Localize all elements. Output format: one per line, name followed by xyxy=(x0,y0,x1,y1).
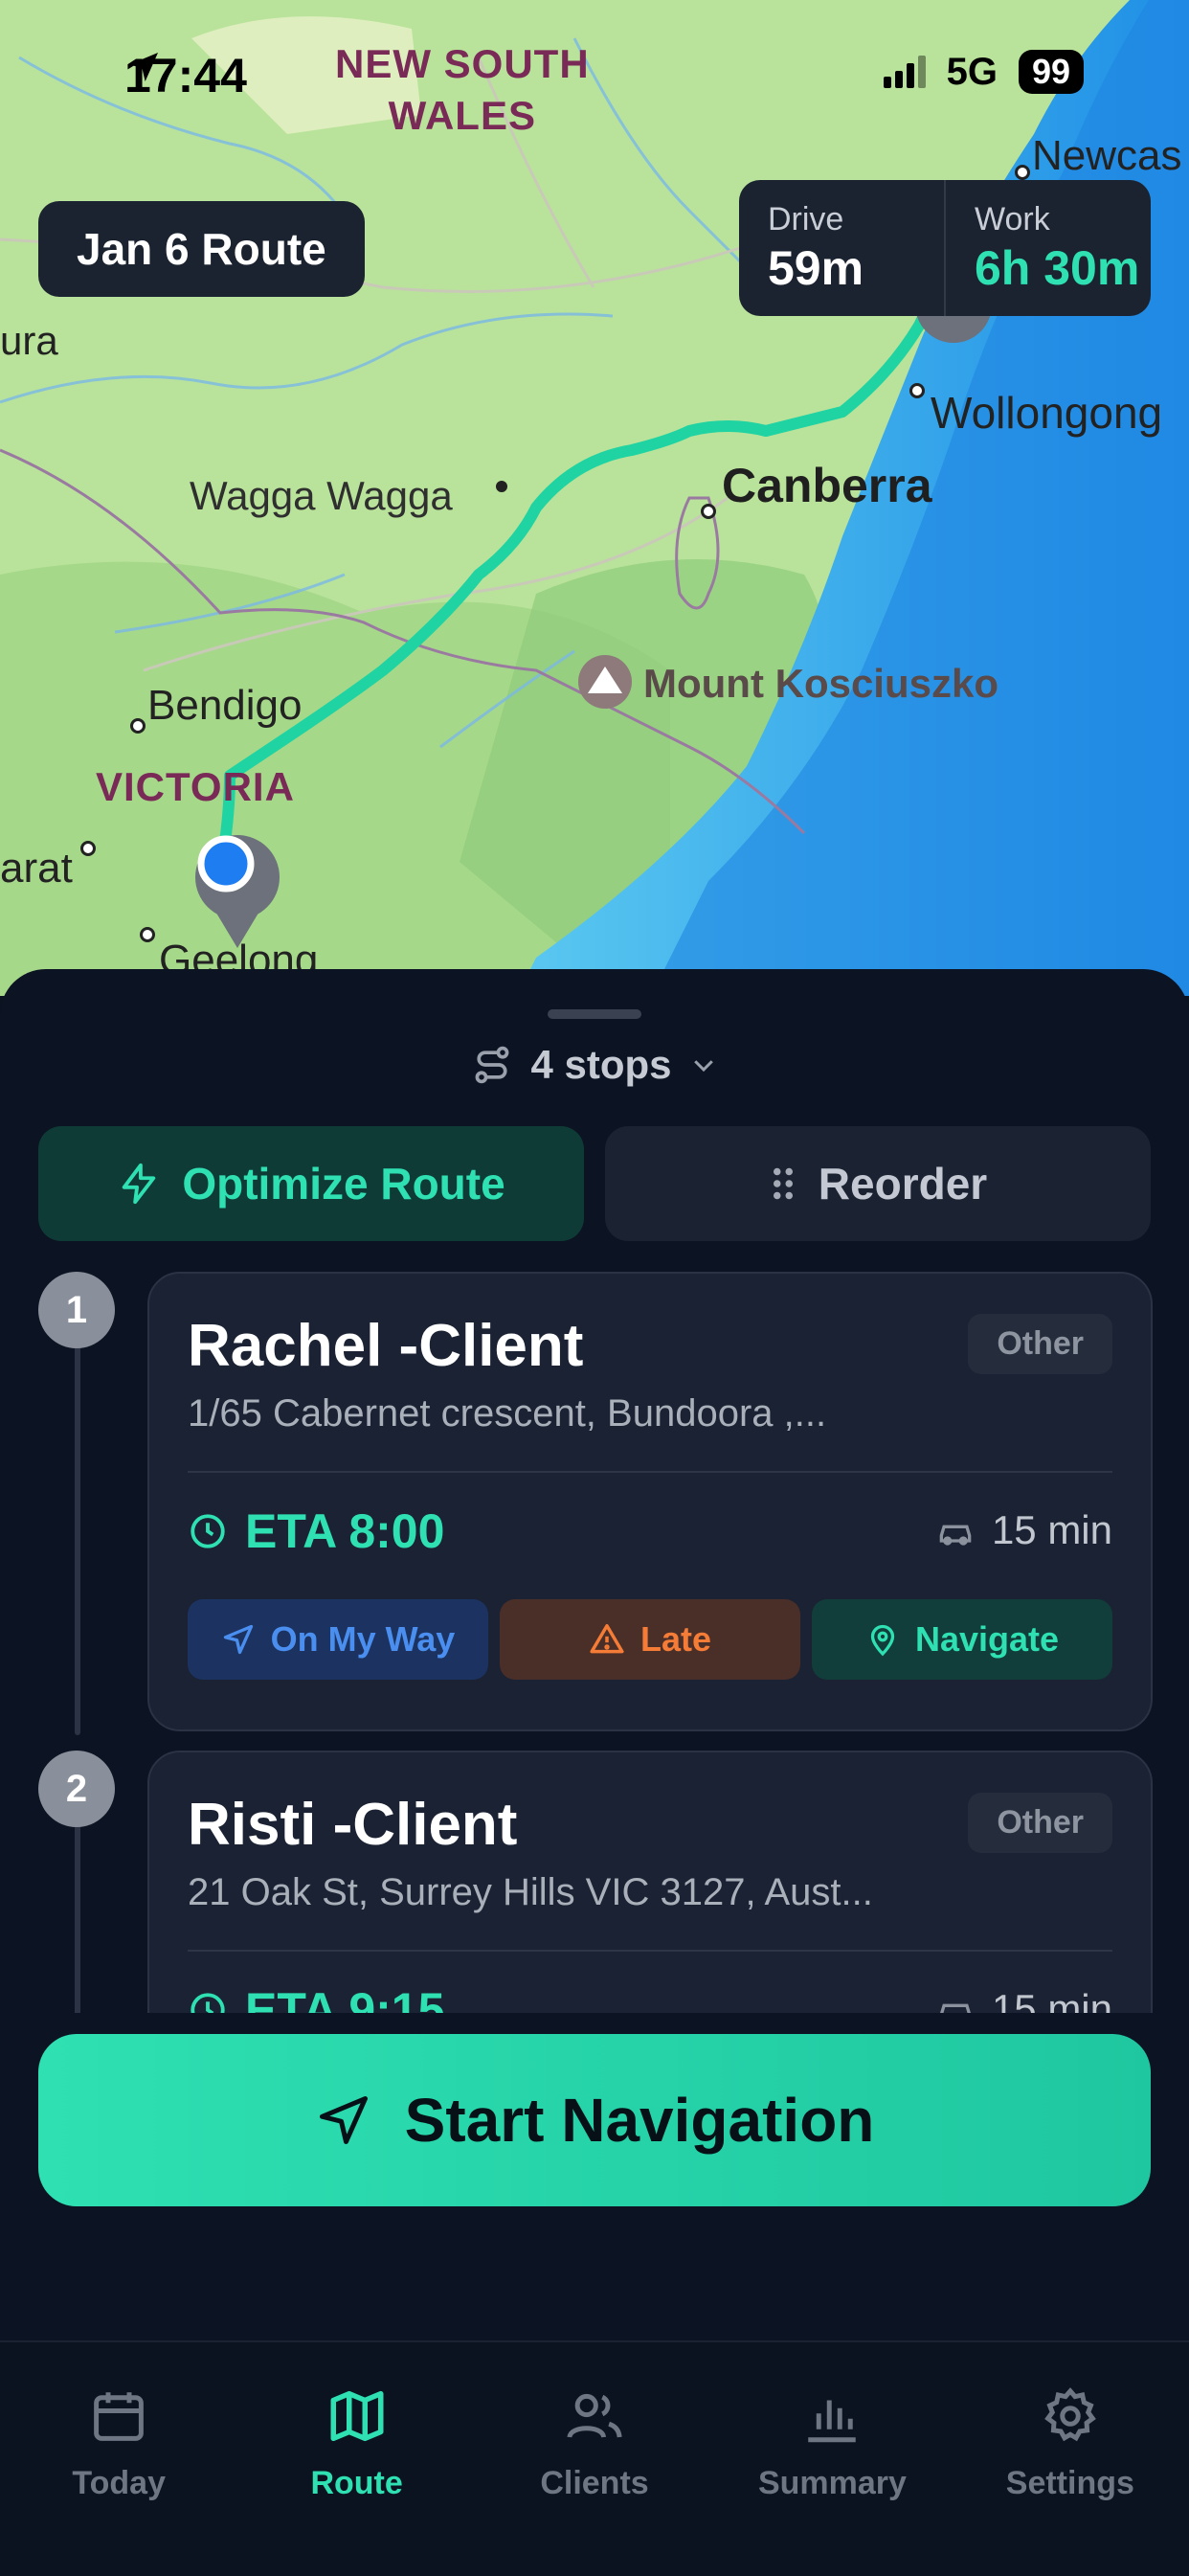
status-right: 5G 99 xyxy=(883,50,1084,94)
stop-number-badge: 2 xyxy=(38,1751,115,1827)
navigate-label: Navigate xyxy=(914,1619,1060,1659)
navigation-arrow-icon xyxy=(319,2096,368,2144)
tab-settings[interactable]: Settings xyxy=(952,2342,1189,2576)
map-dot-wagga xyxy=(496,481,507,492)
route-actions: Optimize Route Reorder xyxy=(38,1126,1151,1241)
stop-type-tag: Other xyxy=(968,1793,1112,1853)
work-label: Work xyxy=(975,201,1050,237)
map-dot-bendigo xyxy=(130,718,146,734)
map-label-bendigo: Bendigo xyxy=(147,682,303,729)
stop-type-tag: Other xyxy=(968,1314,1112,1374)
route-sheet: 4 stops Optimize Route Reorder 1 Rachel … xyxy=(0,969,1189,2340)
reorder-button[interactable]: Reorder xyxy=(605,1126,1151,1241)
sheet-handle[interactable] xyxy=(548,1009,641,1019)
stop-divider xyxy=(188,1950,1112,1952)
tab-clients[interactable]: Clients xyxy=(476,2342,713,2576)
map-label-canberra: Canberra xyxy=(722,459,932,512)
users-icon xyxy=(567,2393,622,2439)
drive-label: Drive xyxy=(768,201,844,237)
tab-today-label: Today xyxy=(72,2465,166,2501)
route-date-chip[interactable]: Jan 6 Route xyxy=(38,201,365,297)
drive-stat: Drive 59m xyxy=(739,180,944,316)
on-my-way-label: On My Way xyxy=(270,1619,456,1659)
car-icon xyxy=(939,1525,972,1546)
route-map[interactable]: NEW SOUTH WALES VICTORIA Newcas Wollongon… xyxy=(0,0,1189,996)
stop-number-badge: 1 xyxy=(38,1272,115,1348)
network-type: 5G xyxy=(946,50,998,93)
stop-duration-text: 15 min xyxy=(991,1507,1112,1552)
map-dot-geelong xyxy=(140,927,155,942)
navigation-arrow-icon xyxy=(223,1624,253,1655)
stop-card[interactable]: Rachel -Client Other 1/65 Cabernet cresc… xyxy=(147,1272,1153,1731)
stop-name: Risti -Client xyxy=(188,1792,518,1858)
gear-icon xyxy=(1043,2387,1096,2442)
tab-route[interactable]: Route xyxy=(237,2342,475,2576)
map-label-nsw: NEW SOUTH WALES xyxy=(335,41,590,138)
map-pin-icon xyxy=(870,1624,895,1657)
drive-value: 59m xyxy=(768,241,864,295)
location-arrow-icon xyxy=(129,53,158,81)
calendar-icon xyxy=(94,2392,145,2441)
optimize-route-button[interactable]: Optimize Route xyxy=(38,1126,584,1241)
map-label-mildura: ura xyxy=(0,318,58,363)
lightning-icon xyxy=(123,1163,156,1205)
map-label-wagga: Wagga Wagga xyxy=(190,473,453,518)
tab-bar: Today Route Clients Summary Settings xyxy=(0,2340,1189,2576)
map-label-victoria: VICTORIA xyxy=(96,764,295,809)
chevron-down-icon xyxy=(693,1060,713,1073)
map-label-newcastle: Newcas xyxy=(1032,132,1182,179)
stop-address: 1/65 Cabernet crescent, Bundoora ,... xyxy=(188,1392,827,1435)
map-dot-wollongong xyxy=(909,383,925,398)
map-dot-canberra xyxy=(701,504,716,519)
battery-icon: 99 xyxy=(1018,50,1084,94)
tab-settings-label: Settings xyxy=(1005,2465,1134,2501)
on-my-way-button[interactable]: On My Way xyxy=(188,1599,488,1680)
route-icon xyxy=(476,1046,509,1084)
drag-handle-icon xyxy=(773,1167,793,1200)
stop-name: Rachel -Client xyxy=(188,1313,584,1379)
map-label-ballarat: arat xyxy=(0,845,73,892)
tab-route-label: Route xyxy=(310,2465,403,2501)
stop-address: 21 Oak St, Surrey Hills VIC 3127, Aust..… xyxy=(188,1871,873,1913)
late-button[interactable]: Late xyxy=(500,1599,800,1680)
status-time: 17:44 xyxy=(124,48,247,103)
stop-eta: ETA 8:00 xyxy=(188,1503,444,1559)
start-navigation-button[interactable]: Start Navigation xyxy=(38,2034,1151,2206)
current-location-dot xyxy=(197,835,255,893)
clock-icon xyxy=(191,1514,225,1548)
map-label-kosciuszko: Mount Kosciuszko xyxy=(643,661,999,706)
work-stat: Work 6h 30m xyxy=(944,180,1151,316)
stop-actions: On My Way Late Navigate xyxy=(188,1599,1112,1680)
map-label-wollongong: Wollongong xyxy=(931,388,1163,438)
reorder-label: Reorder xyxy=(818,1159,988,1209)
tab-summary-label: Summary xyxy=(757,2465,907,2501)
optimize-route-label: Optimize Route xyxy=(182,1159,505,1209)
tab-summary[interactable]: Summary xyxy=(713,2342,951,2576)
stops-toggle[interactable]: 4 stops xyxy=(0,1042,1189,1088)
tab-today[interactable]: Today xyxy=(0,2342,237,2576)
signal-icon xyxy=(883,56,926,88)
map-dot-newcastle xyxy=(1015,165,1030,180)
start-navigation-label: Start Navigation xyxy=(404,2086,875,2155)
warning-icon xyxy=(590,1624,624,1654)
route-stats-chip: Drive 59m Work 6h 30m xyxy=(739,180,1151,316)
map-canvas xyxy=(0,0,1189,996)
late-label: Late xyxy=(639,1619,712,1659)
bar-chart-icon xyxy=(808,2400,857,2443)
work-value: 6h 30m xyxy=(975,241,1140,295)
stop-duration: 15 min xyxy=(934,1507,1112,1553)
stop-divider xyxy=(188,1471,1112,1473)
stop-eta-text: ETA 8:00 xyxy=(245,1504,445,1558)
timeline-line xyxy=(75,1343,80,1735)
map-dot-ballarat xyxy=(80,841,96,856)
stops-count: 4 stops xyxy=(530,1042,672,1087)
map-icon xyxy=(330,2390,384,2442)
tab-clients-label: Clients xyxy=(540,2465,649,2501)
navigate-button[interactable]: Navigate xyxy=(812,1599,1112,1680)
